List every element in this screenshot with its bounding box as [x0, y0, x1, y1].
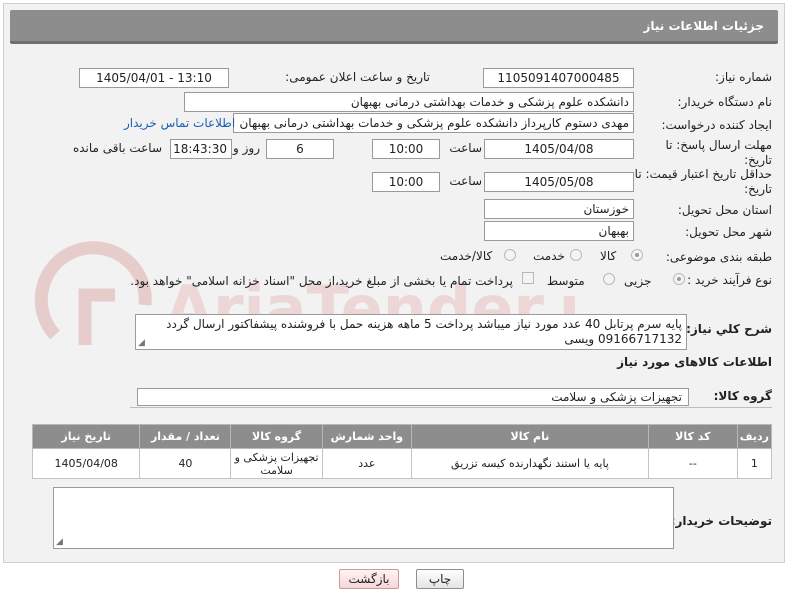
col-date-header: تاریخ نیاز [31, 424, 141, 449]
remaining-time-field: 18:43:30 [170, 139, 232, 159]
description-textarea[interactable]: پایه سرم پرتابل 40 عدد مورد نیاز میباشد … [135, 314, 687, 350]
need-number-label: شماره نیاز: [715, 70, 772, 84]
col-code-header: کد کالا [647, 424, 738, 449]
items-table-header: ردیف کد کالا نام کالا واحد شمارش گروه کا… [31, 424, 773, 449]
reply-time-field: 10:00 [372, 139, 440, 159]
goods-group-label: گروه کالا: [713, 389, 772, 403]
price-time-field: 10:00 [372, 172, 440, 192]
remaining-days-field: 6 [266, 139, 334, 159]
resize-grip-icon[interactable]: ◢ [138, 339, 145, 348]
city-field: بهبهان [484, 221, 634, 241]
price-date-field: 1405/05/08 [484, 172, 634, 192]
cell-qty: 40 [139, 448, 232, 479]
cell-group: تجهیزات پزشکی و سلامت [230, 448, 323, 479]
process-label: نوع فرآیند خرید : [687, 273, 772, 287]
process-medium-label: متوسط [547, 274, 585, 288]
process-minor-radio[interactable] [673, 273, 685, 285]
requester-label: ایجاد کننده درخواست: [661, 118, 772, 132]
page-title: جزئیات اطلاعات نیاز [643, 19, 764, 33]
col-row-header: ردیف [736, 424, 773, 449]
buyer-org-label: نام دستگاه خریدار: [677, 95, 773, 109]
treasury-payment-note: پرداخت تمام یا بخشی از مبلغ خرید،از محل … [130, 274, 513, 288]
goods-group-field: تجهیزات پزشکی و سلامت [137, 388, 689, 406]
treasury-payment-checkbox[interactable] [522, 272, 534, 284]
description-text: پایه سرم پرتابل 40 عدد مورد نیاز میباشد … [166, 317, 682, 346]
col-group-header: گروه کالا [230, 424, 323, 449]
reply-date-field: 1405/04/08 [484, 139, 634, 159]
reply-deadline-label: مهلت ارسال پاسخ: تا تاریخ: [665, 138, 772, 167]
header-bar: جزئیات اطلاعات نیاز [10, 10, 778, 44]
col-qty-header: تعداد / مقدار [139, 424, 232, 449]
category-label: طبقه بندی موضوعی: [665, 250, 772, 264]
buyer-org-field: دانشکده علوم پزشکی و خدمات بهداشتی درمان… [184, 92, 634, 112]
city-label: شهر محل تحویل: [685, 225, 772, 239]
category-goods-label: کالا [600, 249, 617, 263]
days-label: روز و [233, 141, 260, 155]
items-section-title: اطلاعات کالاهای مورد نیاز [617, 355, 772, 369]
category-goods-service-radio[interactable] [504, 249, 516, 261]
announce-field: 1405/04/01 - 13:10 [79, 68, 229, 88]
cell-name: پایه یا استند نگهدارنده کیسه تزریق [411, 448, 649, 479]
process-medium-radio[interactable] [603, 273, 615, 285]
need-number-field: 1105091407000485 [483, 68, 634, 88]
reply-time-label: ساعت [449, 141, 482, 155]
category-service-radio[interactable] [570, 249, 582, 261]
back-button[interactable]: بازگشت [339, 569, 399, 589]
cell-code: -- [647, 448, 738, 479]
items-table: ردیف کد کالا نام کالا واحد شمارش گروه کا… [31, 424, 773, 479]
category-goods-radio[interactable] [631, 249, 643, 261]
col-name-header: نام کالا [411, 424, 649, 449]
announce-label: تاریخ و ساعت اعلان عمومی: [285, 70, 430, 84]
col-unit-header: واحد شمارش [321, 424, 413, 449]
buyer-notes-textarea[interactable]: ◢ [53, 487, 674, 549]
price-time-label: ساعت [449, 174, 482, 188]
remaining-label: ساعت باقی مانده [72, 141, 162, 155]
province-field: خوزستان [484, 199, 634, 219]
print-button[interactable]: چاپ [416, 569, 464, 589]
buyer-notes-label: توضیحات خریدار: [670, 514, 772, 528]
cell-row: 1 [736, 448, 773, 479]
category-service-label: خدمت [533, 249, 565, 263]
buyer-contact-link[interactable]: اطلاعات تماس خریدار [124, 116, 235, 130]
requester-field: مهدی دستوم کارپرداز دانشکده علوم پزشکی و… [233, 113, 634, 133]
table-row: 1 -- پایه یا استند نگهدارنده کیسه تزریق … [31, 448, 773, 479]
cell-unit: عدد [321, 448, 413, 479]
price-validity-label: حداقل تاریخ اعتبار قیمت: تا تاریخ: [634, 167, 772, 196]
cell-date: 1405/04/08 [31, 448, 141, 479]
category-goods-service-label: کالا/خدمت [440, 249, 493, 263]
process-minor-label: جزیی [624, 274, 652, 288]
resize-grip-icon[interactable]: ◢ [56, 538, 63, 547]
description-label: شرح کلي نياز: [686, 322, 772, 336]
province-label: استان محل تحویل: [677, 203, 772, 217]
